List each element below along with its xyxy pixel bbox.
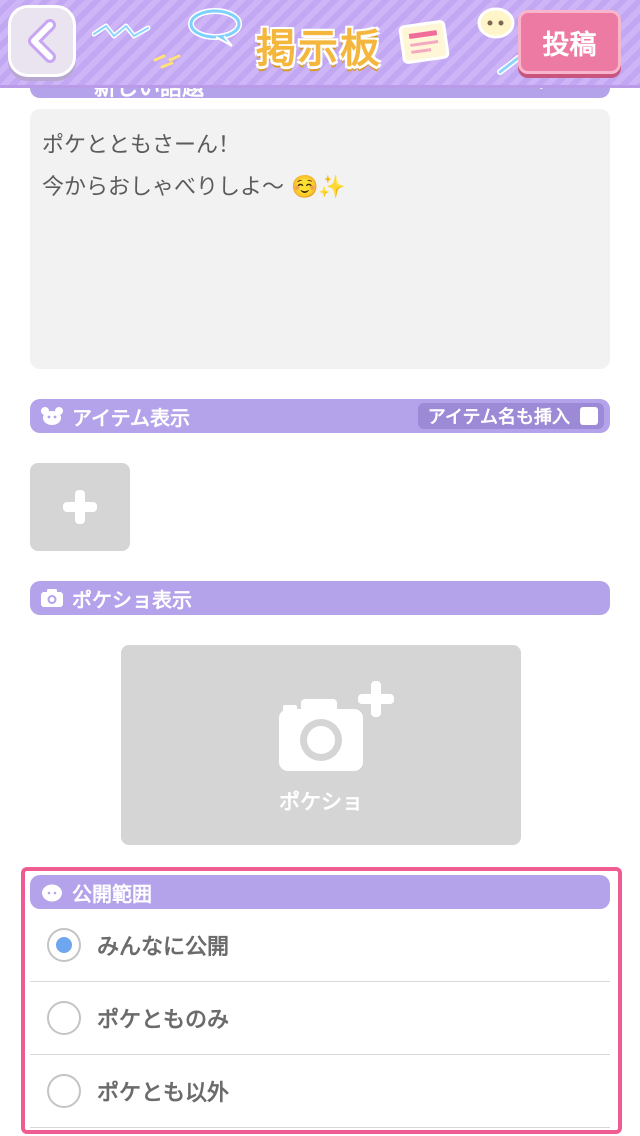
visibility-section-bar: 公開範囲 bbox=[30, 875, 610, 909]
visibility-option-label: ポケとも以外 bbox=[97, 1081, 230, 1106]
back-button[interactable] bbox=[8, 5, 76, 77]
visibility-option-friends-only[interactable]: ポケとものみ bbox=[30, 982, 610, 1055]
bear-icon bbox=[40, 404, 64, 428]
insert-item-name-label: アイテム名も挿入 bbox=[427, 407, 570, 428]
visibility-option-label: みんなに公開 bbox=[97, 935, 230, 960]
add-photo-camera-icon bbox=[279, 681, 394, 771]
radio-selected-dot bbox=[56, 937, 72, 953]
camera-icon bbox=[40, 586, 64, 610]
insert-item-name-toggle[interactable]: アイテム名も挿入 bbox=[417, 403, 604, 429]
blob-face-icon bbox=[40, 880, 64, 904]
sparkle-dashes-deco-icon bbox=[153, 54, 181, 69]
post-button[interactable]: 投稿 bbox=[518, 10, 621, 74]
add-item-button[interactable] bbox=[30, 463, 130, 551]
insert-item-name-checkbox[interactable] bbox=[580, 407, 598, 425]
page-title: 掲示板 bbox=[256, 26, 382, 72]
visibility-section-title: 公開範囲 bbox=[72, 881, 152, 906]
message-line: ポケとともさーん！ bbox=[42, 133, 241, 158]
radio-button-selected[interactable] bbox=[47, 928, 81, 962]
message-line: 今からおしゃべりしよ〜 ☺️✨ bbox=[42, 175, 346, 200]
notice-card-deco-icon bbox=[398, 20, 450, 64]
item-section-bar: アイテム表示 アイテム名も挿入 bbox=[30, 399, 610, 433]
speech-bubble-deco-icon bbox=[188, 8, 242, 47]
radio-button[interactable] bbox=[47, 1074, 81, 1108]
radio-button[interactable] bbox=[47, 1001, 81, 1035]
bulletin-post-screen: 新しい話題 21/200 bbox=[0, 0, 640, 1136]
plus-icon bbox=[63, 490, 97, 524]
pokesho-section-title: ポケショ表示 bbox=[72, 587, 192, 612]
item-section-title: アイテム表示 bbox=[72, 405, 190, 430]
visibility-option-non-friends[interactable]: ポケとも以外 bbox=[30, 1055, 610, 1128]
chevron-left-icon bbox=[28, 19, 56, 63]
visibility-option-everyone[interactable]: みんなに公開 bbox=[30, 909, 610, 982]
pokesho-section-bar: ポケショ表示 bbox=[30, 581, 610, 615]
header-bar: 掲示板 投稿 bbox=[0, 0, 640, 88]
pokesho-placeholder-label: ポケショ bbox=[279, 790, 363, 814]
add-pokesho-button[interactable]: ポケショ bbox=[121, 645, 521, 845]
chat-blob-deco-icon bbox=[477, 7, 515, 39]
message-textarea[interactable]: ポケとともさーん！ 今からおしゃべりしよ〜 ☺️✨ bbox=[30, 109, 610, 369]
zigzag-deco-icon bbox=[92, 23, 151, 39]
visibility-option-label: ポケとものみ bbox=[97, 1008, 230, 1033]
